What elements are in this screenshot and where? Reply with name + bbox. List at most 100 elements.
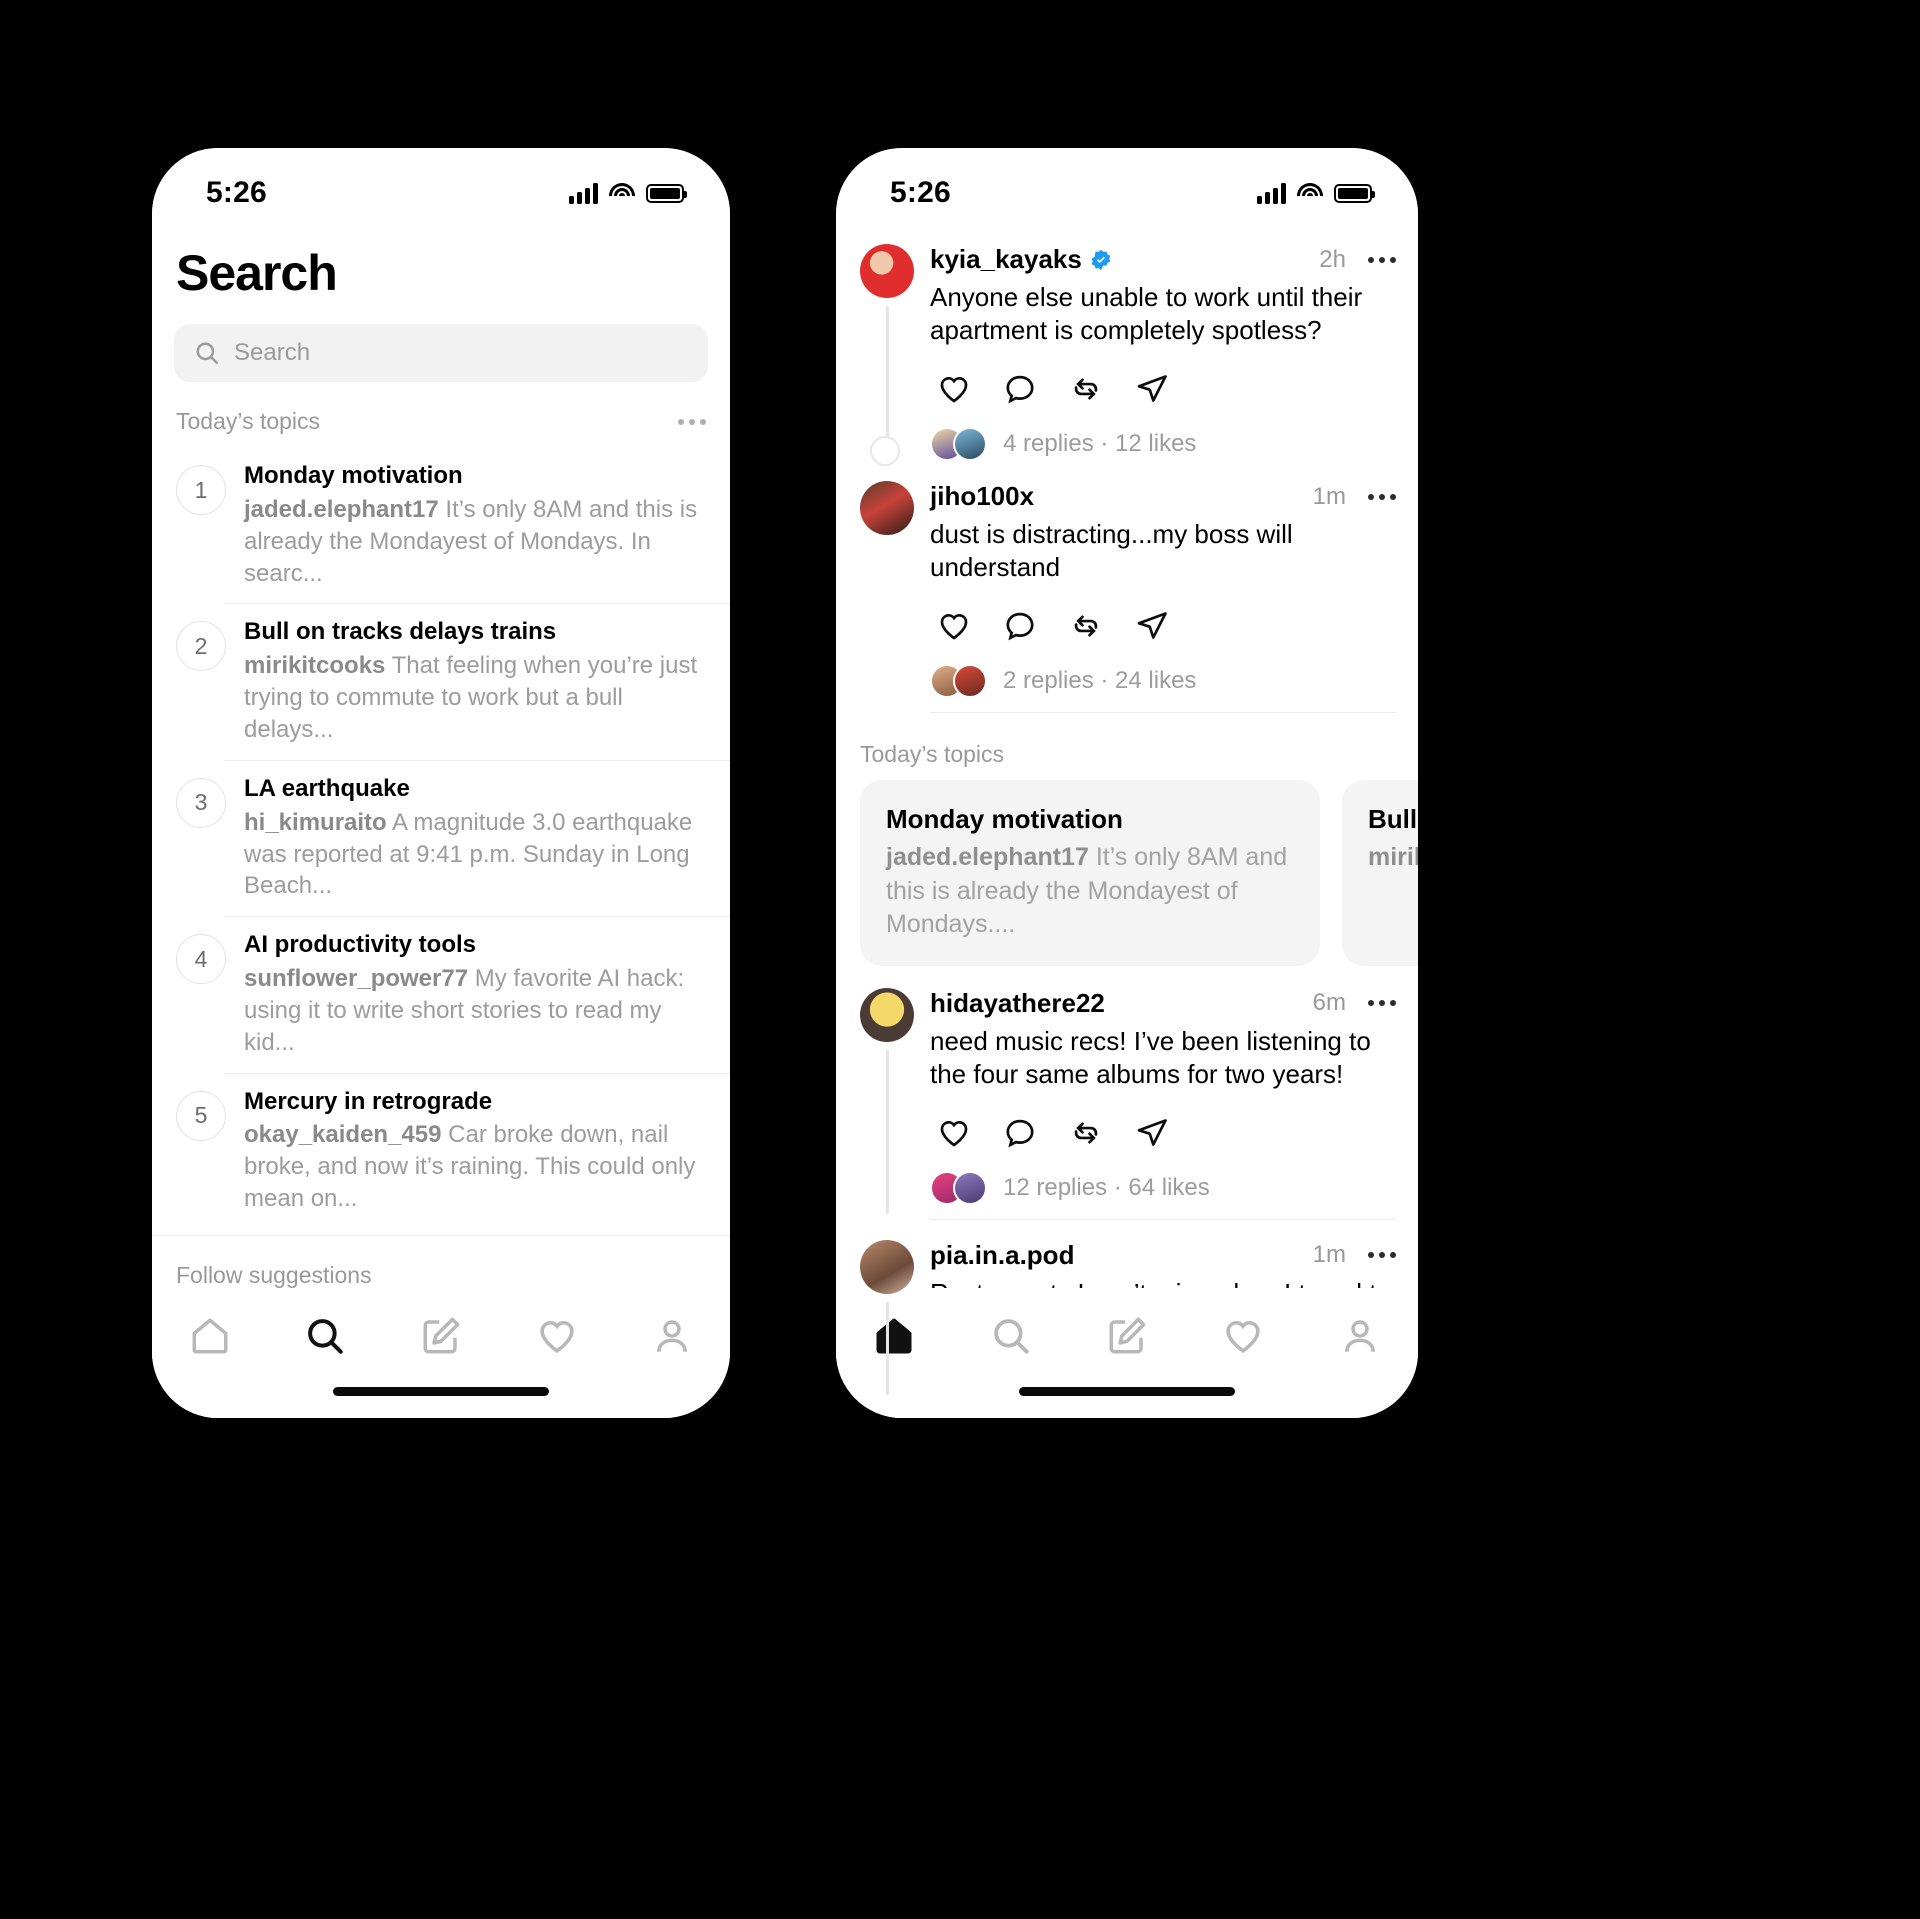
topic-rank: 5	[176, 1090, 226, 1141]
post-meta: 1m	[1313, 483, 1396, 511]
topic-row[interactable]: 3 LA earthquake hi_kimuraito A magnitude 3…	[152, 759, 730, 916]
topic-title: Mercury in retrograde	[244, 1087, 493, 1115]
screenshot-canvas: 5:26 Search Search Today’s topics 1 Monda…	[0, 0, 1920, 1919]
sidebar-item-search[interactable]	[981, 1306, 1041, 1366]
topic-snippet: sunflower_power77 My favorite AI hack: u…	[244, 963, 708, 1059]
topic-card[interactable]: Bull on mirikit up unb	[1342, 780, 1418, 966]
sidebar-item-search[interactable]	[295, 1306, 355, 1366]
repost-button[interactable]	[1062, 602, 1110, 650]
topic-rank: 3	[176, 777, 226, 828]
more-options-icon[interactable]	[1368, 493, 1396, 500]
topic-rank: 1	[176, 465, 226, 515]
status-icons	[1257, 182, 1375, 204]
post-username[interactable]: hidayathere22	[930, 988, 1105, 1019]
post-username[interactable]: kyia_kayaks	[930, 244, 1082, 275]
topic-card-author: mirikit	[1368, 843, 1418, 872]
avatar[interactable]	[860, 244, 914, 298]
status-bar-right: 5:26	[836, 148, 1418, 222]
person-icon	[1344, 1320, 1375, 1352]
more-options-icon[interactable]	[1368, 256, 1396, 263]
home-icon	[192, 1318, 228, 1354]
topic-row[interactable]: 4 AI productivity tools sunflower_power77 …	[152, 916, 730, 1072]
left-screen: 5:26 Search Search Today’s topics 1 Monda…	[152, 148, 730, 1418]
repost-icon	[1074, 615, 1098, 637]
reply-button[interactable]	[996, 602, 1044, 650]
sidebar-item-profile[interactable]	[1330, 1306, 1390, 1366]
topics-carousel[interactable]: Monday motivation jaded.elephant17 It’s o…	[836, 780, 1418, 966]
tab-bar-left	[152, 1288, 730, 1418]
post-stats[interactable]: 4 replies · 12 likes	[930, 427, 1396, 462]
share-button[interactable]	[1128, 602, 1176, 650]
reply-button[interactable]	[996, 365, 1044, 413]
topic-author: okay_kaiden_459	[244, 1121, 442, 1149]
repost-button[interactable]	[1062, 1109, 1110, 1157]
topic-rank: 4	[176, 934, 226, 985]
todays-topics-header: Today’s topics	[152, 382, 730, 447]
status-time: 5:26	[206, 176, 267, 209]
like-button[interactable]	[930, 602, 978, 650]
repost-button[interactable]	[1062, 365, 1110, 413]
topic-card-title: Bull on	[1368, 804, 1418, 835]
post-stats[interactable]: 12 replies · 64 likes	[930, 1170, 1396, 1205]
topic-body: LA earthquake hi_kimuraito A magnitude 3.…	[244, 774, 708, 902]
feed-top: kyia_kayaks 2h Anyone else unable to work …	[836, 222, 1418, 717]
share-button[interactable]	[1128, 1109, 1176, 1157]
replier-avatars	[930, 427, 987, 462]
avatar[interactable]	[860, 1239, 914, 1294]
more-options-icon[interactable]	[1368, 1000, 1396, 1007]
post-stats[interactable]: 2 replies · 24 likes	[930, 664, 1396, 699]
sidebar-item-activity[interactable]	[527, 1306, 587, 1366]
post[interactable]: hidayathere22 6m need music recs! I’ve bee…	[836, 972, 1418, 1224]
post-body: hidayathere22 6m need music recs! I’ve bee…	[930, 988, 1396, 1224]
topic-row[interactable]: 1 Monday motivation jaded.elephant17 It’s …	[152, 447, 730, 603]
compose-icon	[1109, 1317, 1146, 1354]
thread-line	[886, 1049, 889, 1214]
topic-row[interactable]: 2 Bull on tracks delays trains mirikitcook…	[152, 603, 730, 759]
sidebar-item-compose[interactable]	[411, 1306, 471, 1366]
sidebar-item-activity[interactable]	[1213, 1306, 1273, 1366]
cellular-bars-icon	[1257, 182, 1286, 204]
avatar[interactable]	[860, 987, 914, 1042]
like-button[interactable]	[930, 1109, 978, 1157]
topic-row[interactable]: 5 Mercury in retrograde okay_kaiden_459 Ca…	[152, 1072, 730, 1229]
topic-body: AI productivity tools sunflower_power77 M…	[244, 930, 708, 1058]
sidebar-item-home[interactable]	[864, 1306, 924, 1366]
topic-author: hi_kimuraito	[244, 808, 387, 836]
avatar[interactable]	[860, 481, 914, 536]
more-options-icon[interactable]	[1368, 1252, 1396, 1259]
topic-body: Bull on tracks delays trains mirikitcooks…	[244, 617, 708, 745]
home-icon	[876, 1318, 912, 1354]
reply-icon	[1006, 375, 1034, 404]
thread-line	[886, 306, 889, 456]
post-text: need music recs! I’ve been listening to …	[930, 1025, 1371, 1089]
sidebar-item-compose[interactable]	[1097, 1306, 1157, 1366]
todays-topics-label: Today’s topics	[176, 408, 321, 434]
wifi-icon	[609, 183, 635, 203]
search-input[interactable]: Search	[174, 324, 708, 382]
share-icon	[1137, 1118, 1167, 1146]
cellular-bars-icon	[569, 182, 598, 204]
topic-card[interactable]: Monday motivation jaded.elephant17 It’s o…	[860, 780, 1320, 966]
share-button[interactable]	[1128, 365, 1176, 413]
heart-icon	[539, 1321, 574, 1353]
topic-card-snippet: mirikit up unb	[1368, 841, 1418, 875]
post[interactable]: kyia_kayaks 2h Anyone else unable to work …	[836, 228, 1418, 465]
post-username[interactable]: jiho100x	[930, 481, 1034, 512]
sidebar-item-profile[interactable]	[642, 1306, 702, 1366]
post[interactable]: jiho100x 1m dust is distracting...my boss …	[836, 465, 1418, 717]
reply-button[interactable]	[996, 1109, 1044, 1157]
repost-icon	[1074, 1122, 1098, 1144]
post-username[interactable]: pia.in.a.pod	[930, 1240, 1074, 1271]
more-options-icon[interactable]	[678, 418, 706, 425]
sidebar-item-home[interactable]	[180, 1306, 240, 1366]
post-actions	[930, 602, 1396, 650]
post-timestamp: 1m	[1312, 482, 1346, 510]
topic-title: Bull on tracks delays trains	[244, 618, 557, 646]
divider	[930, 1218, 1396, 1220]
reply-icon	[1006, 612, 1034, 641]
topic-snippet: mirikitcooks That feeling when you’re ju…	[244, 650, 708, 746]
post-meta: 1m	[1313, 1241, 1396, 1269]
compose-icon	[423, 1317, 460, 1354]
like-button[interactable]	[930, 365, 978, 413]
battery-icon	[1334, 183, 1375, 203]
